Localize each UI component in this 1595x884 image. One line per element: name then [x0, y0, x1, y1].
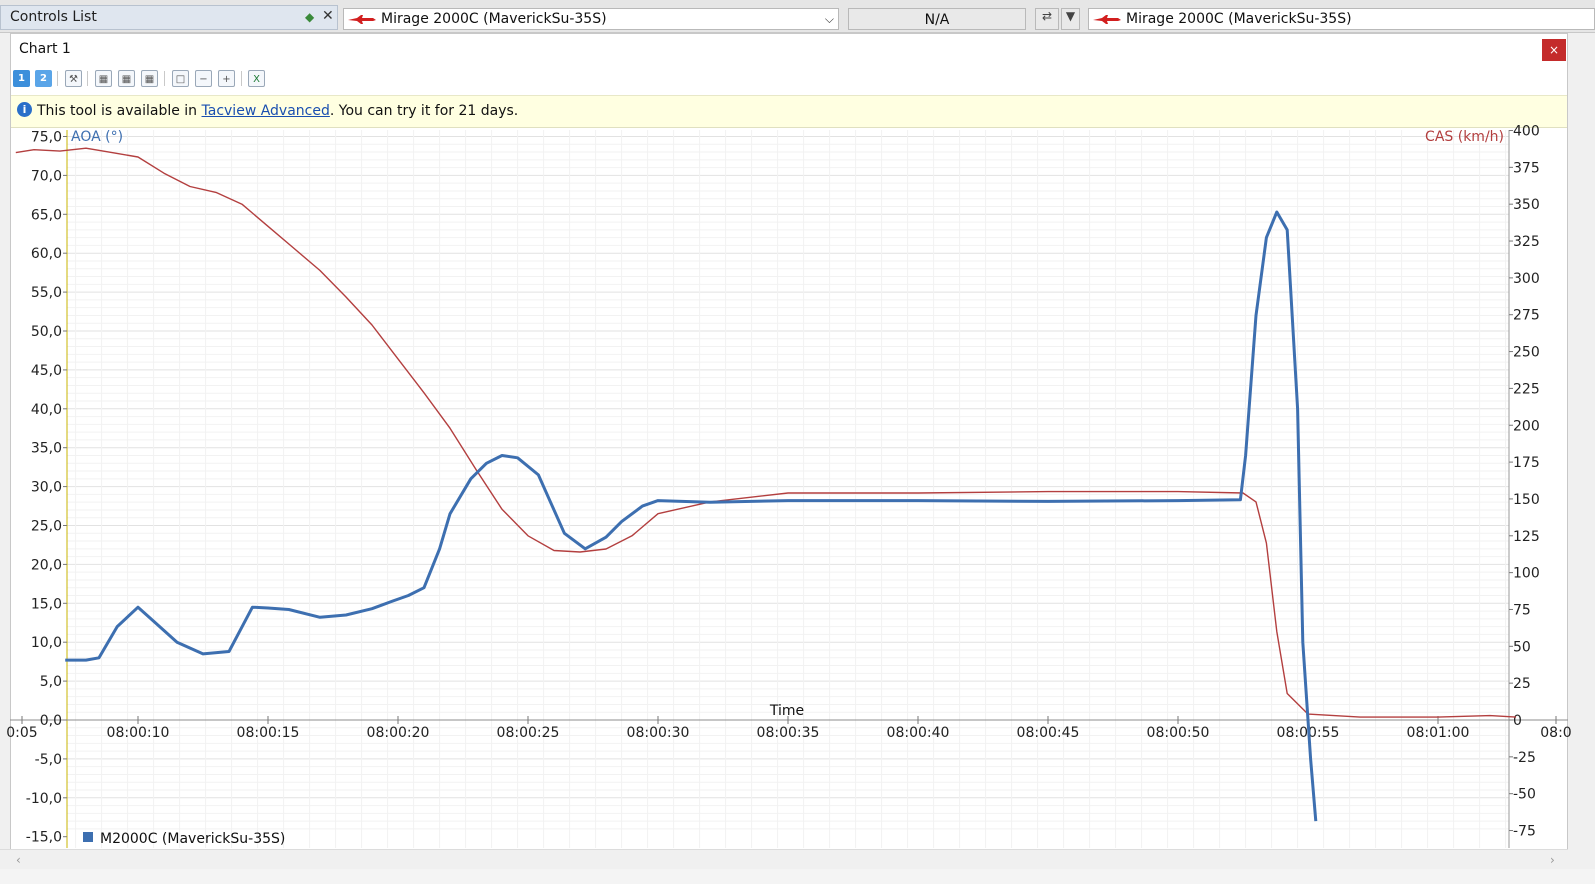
right-tick-label: 100	[1513, 566, 1540, 582]
left-tick-label: 15,0	[31, 596, 62, 612]
left-tick-label: 60,0	[31, 246, 62, 262]
right-tick-label: 225	[1513, 381, 1540, 397]
left-tick-label: -10,0	[26, 791, 62, 807]
time-tick-label: 0:05	[6, 725, 37, 741]
time-tick-label: 08:00:40	[887, 725, 950, 741]
right-tick-label: -75	[1513, 824, 1536, 840]
right-tick-label: 350	[1513, 197, 1540, 213]
left-tick-label: 10,0	[31, 635, 62, 651]
right-tick-label: 300	[1513, 271, 1540, 287]
time-tick-label: 08:0	[1540, 725, 1571, 741]
right-tick-label: 325	[1513, 234, 1540, 250]
right-tick-label: 375	[1513, 160, 1540, 176]
left-tick-label: 35,0	[31, 441, 62, 457]
right-tick-label: 400	[1513, 124, 1540, 140]
time-tick-label: 08:00:50	[1147, 725, 1210, 741]
right-tick-label: 275	[1513, 308, 1540, 324]
time-tick-label: 08:01:00	[1407, 725, 1470, 741]
right-tick-label: 200	[1513, 418, 1540, 434]
scroll-left-icon[interactable]: ‹	[16, 853, 21, 867]
left-tick-label: -5,0	[35, 752, 62, 768]
right-axis-title: CAS (km/h)	[1425, 129, 1504, 145]
time-tick-label: 08:00:35	[757, 725, 820, 741]
left-tick-label: 55,0	[31, 285, 62, 301]
left-tick-label: 65,0	[31, 207, 62, 223]
right-tick-label: 75	[1513, 602, 1531, 618]
legend-swatch	[83, 832, 93, 842]
time-tick-label: 08:00:30	[627, 725, 690, 741]
x-axis-title: Time	[769, 703, 804, 719]
left-tick-label: 40,0	[31, 402, 62, 418]
legend-label: M2000C (MaverickSu-35S)	[100, 831, 285, 847]
right-tick-label: -50	[1513, 787, 1536, 803]
time-tick-label: 08:00:15	[237, 725, 300, 741]
right-tick-label: 175	[1513, 455, 1540, 471]
left-tick-label: 50,0	[31, 324, 62, 340]
right-tick-label: -25	[1513, 750, 1536, 766]
right-tick-label: 150	[1513, 492, 1540, 508]
left-tick-label: 45,0	[31, 363, 62, 379]
right-tick-label: 25	[1513, 676, 1531, 692]
left-tick-label: 0,0	[40, 713, 62, 729]
right-tick-label: 0	[1513, 713, 1522, 729]
left-tick-label: 30,0	[31, 480, 62, 496]
left-axis-title: AOA (°)	[71, 129, 123, 145]
time-tick-label: 08:00:10	[107, 725, 170, 741]
horizontal-scrollbar[interactable]: ‹ ›	[0, 849, 1568, 870]
left-tick-label: 25,0	[31, 519, 62, 535]
left-tick-label: 20,0	[31, 557, 62, 573]
right-tick-label: 125	[1513, 529, 1540, 545]
time-tick-label: 08:00:20	[367, 725, 430, 741]
chart-svg: 75,0 70,0 65,0 60,0 55,0 50,0 45,0 40,0 35,0 30,0…	[6, 124, 1572, 848]
scroll-right-icon[interactable]: ›	[1550, 853, 1555, 867]
bottom-strip	[0, 869, 1595, 884]
left-tick-label: -15,0	[26, 830, 62, 846]
right-tick-label: 250	[1513, 345, 1540, 361]
left-tick-label: 5,0	[40, 674, 62, 690]
time-tick-label: 08:00:45	[1017, 725, 1080, 741]
left-tick-label: 70,0	[31, 168, 62, 184]
right-tick-label: 50	[1513, 639, 1531, 655]
left-tick-label: 75,0	[31, 130, 62, 146]
time-tick-label: 08:00:25	[497, 725, 560, 741]
